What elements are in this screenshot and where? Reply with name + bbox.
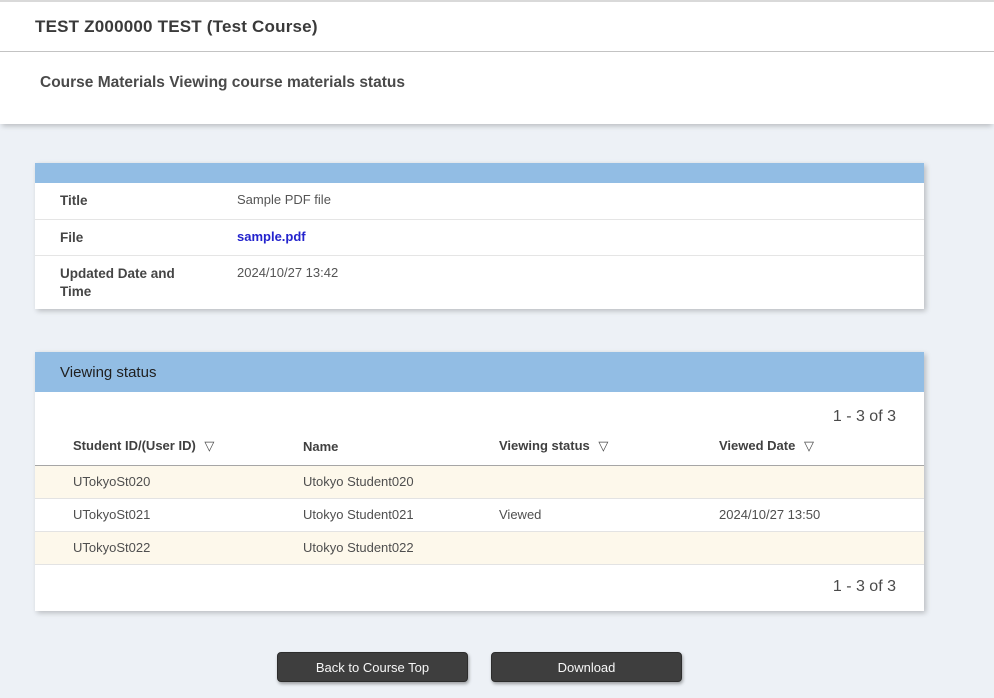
pagination-top: 1 - 3 of 3 <box>35 392 924 432</box>
column-header-student-id-label: Student ID/(User ID) <box>73 438 196 453</box>
viewing-status-card: Viewing status 1 - 3 of 3 Student ID/(Us… <box>35 352 924 611</box>
cell-viewed-date: 2024/10/27 13:50 <box>681 499 924 532</box>
detail-label-title: Title <box>35 183 212 219</box>
course-title: TEST Z000000 TEST (Test Course) <box>35 17 318 37</box>
cell-viewed-date <box>681 532 924 565</box>
table-header-row: Student ID/(User ID) ▽ Name Viewing stat… <box>35 432 924 466</box>
page-subtitle-bar: Course Materials Viewing course material… <box>0 52 994 124</box>
cell-viewing-status <box>461 532 681 565</box>
detail-value-title: Sample PDF file <box>212 183 924 219</box>
sort-icon[interactable]: ▽ <box>204 438 214 453</box>
download-button[interactable]: Download <box>491 652 682 682</box>
cell-student-id: UTokyoSt022 <box>35 532 265 565</box>
cell-name: Utokyo Student020 <box>265 466 461 499</box>
material-details-header-bar <box>35 163 924 183</box>
column-header-student-id[interactable]: Student ID/(User ID) ▽ <box>35 432 265 466</box>
cell-name: Utokyo Student022 <box>265 532 461 565</box>
detail-row-updated: Updated Date and Time 2024/10/27 13:42 <box>35 256 924 310</box>
page-subtitle: Course Materials Viewing course material… <box>40 74 405 92</box>
detail-label-file: File <box>35 219 212 256</box>
cell-viewing-status <box>461 466 681 499</box>
viewing-status-heading: Viewing status <box>60 364 156 381</box>
detail-value-updated: 2024/10/27 13:42 <box>212 256 924 310</box>
detail-value-file: sample.pdf <box>212 219 924 256</box>
course-title-bar: TEST Z000000 TEST (Test Course) <box>0 0 994 52</box>
viewing-status-table: Student ID/(User ID) ▽ Name Viewing stat… <box>35 432 924 565</box>
material-details-table: Title Sample PDF file File sample.pdf Up… <box>35 183 924 309</box>
column-header-name-label: Name <box>303 439 338 454</box>
column-header-viewing-status[interactable]: Viewing status ▽ <box>461 432 681 466</box>
table-row: UTokyoSt020 Utokyo Student020 <box>35 466 924 499</box>
column-header-viewed-date[interactable]: Viewed Date ▽ <box>681 432 924 466</box>
sort-icon[interactable]: ▽ <box>598 438 608 453</box>
cell-viewing-status: Viewed <box>461 499 681 532</box>
back-to-course-top-button[interactable]: Back to Course Top <box>277 652 468 682</box>
detail-row-title: Title Sample PDF file <box>35 183 924 219</box>
column-header-viewing-status-label: Viewing status <box>499 438 590 453</box>
cell-student-id: UTokyoSt021 <box>35 499 265 532</box>
sort-icon[interactable]: ▽ <box>804 438 814 453</box>
cell-student-id: UTokyoSt020 <box>35 466 265 499</box>
detail-row-file: File sample.pdf <box>35 219 924 256</box>
file-download-link[interactable]: sample.pdf <box>237 229 306 244</box>
table-row: UTokyoSt021 Utokyo Student021 Viewed 202… <box>35 499 924 532</box>
cell-viewed-date <box>681 466 924 499</box>
action-button-row: Back to Course Top Download <box>35 652 924 682</box>
viewing-status-header-bar: Viewing status <box>35 352 924 392</box>
pagination-bottom: 1 - 3 of 3 <box>35 565 924 611</box>
column-header-name: Name <box>265 432 461 466</box>
material-details-card: Title Sample PDF file File sample.pdf Up… <box>35 163 924 309</box>
detail-label-updated: Updated Date and Time <box>35 256 212 310</box>
cell-name: Utokyo Student021 <box>265 499 461 532</box>
main-content: Title Sample PDF file File sample.pdf Up… <box>0 124 994 697</box>
column-header-viewed-date-label: Viewed Date <box>719 438 795 453</box>
table-row: UTokyoSt022 Utokyo Student022 <box>35 532 924 565</box>
